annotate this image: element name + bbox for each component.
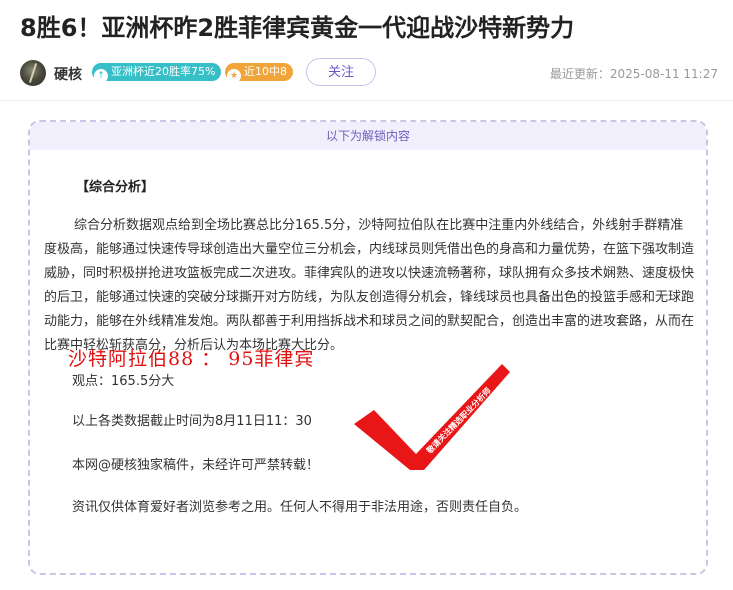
stamp-text: 敬请关注精选职业分析师 [424, 385, 493, 456]
author-name[interactable]: 硬核 [54, 64, 82, 84]
disclaimer-line: 资讯仅供体育爱好者浏览参考之用。任何人不得用于非法用途，否则责任自负。 [72, 500, 528, 515]
update-time: 最近更新：2025-08-11 11:27 [549, 67, 718, 81]
cutoff-time-line: 以上各类数据截止时间为8月11日11：30 [72, 414, 312, 429]
unlocked-content-box: 以下为解锁内容 【综合分析】 综合分析数据观点给到全场比赛总比分165.5分，沙… [28, 120, 708, 575]
copyright-line: 本网@硬核独家稿件，未经许可严禁转载！ [72, 458, 320, 473]
follow-button[interactable]: 关注 [306, 58, 376, 86]
streak-badge: ★ 近10中8 [225, 63, 293, 83]
winrate-badge-text: 亚洲杯近20胜率75% [111, 65, 216, 78]
winrate-badge: ↑ 亚洲杯近20胜率75% [92, 63, 222, 83]
section-title: 【综合分析】 [76, 180, 155, 195]
article-title: 8胜6！亚洲杯昨2胜菲律宾黄金一代迎战沙特新势力 [20, 14, 575, 42]
arrow-up-icon: ↑ [94, 69, 108, 83]
author-avatar[interactable] [20, 60, 46, 86]
red-checkmark-stamp-icon: 敬请关注精选职业分析师 [354, 364, 510, 470]
unlocked-content-header: 以下为解锁内容 [30, 122, 706, 150]
score-prediction-overlay: 沙特阿拉伯88 ： 95菲律宾 [68, 348, 315, 370]
author-row: 硬核 ↑ 亚洲杯近20胜率75% ★ 近10中8 关注 最近更新：2025-08-1… [20, 58, 720, 88]
header-divider [0, 100, 733, 101]
analysis-paragraph: 综合分析数据观点给到全场比赛总比分165.5分，沙特阿拉伯队在比赛中注重内外线结… [44, 218, 695, 353]
view-line: 观点：165.5分大 [72, 374, 175, 389]
streak-badge-text: 近10中8 [244, 65, 287, 78]
svg-text:敬请关注精选职业分析师: 敬请关注精选职业分析师 [424, 385, 493, 456]
star-icon: ★ [227, 69, 241, 83]
